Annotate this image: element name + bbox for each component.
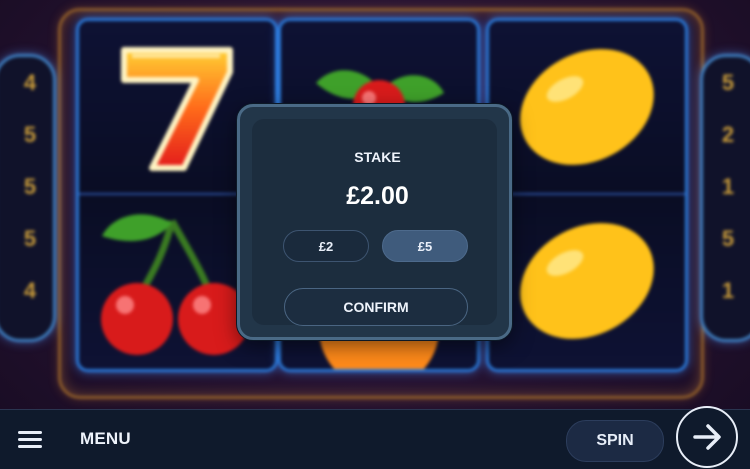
arrow-right-icon	[693, 424, 721, 450]
left-counter-3: 5	[23, 174, 37, 199]
right-counter-3: 1	[721, 174, 735, 199]
left-counter-2: 5	[23, 122, 37, 147]
stake-title: STAKE	[354, 149, 401, 165]
reel-3-top	[489, 21, 685, 193]
reel-3	[486, 18, 688, 372]
right-counter-1: 5	[721, 70, 735, 95]
play-button[interactable]	[676, 406, 738, 468]
spin-button[interactable]: SPIN	[566, 420, 664, 462]
left-payline-counter: 4 5 5 5 4	[0, 54, 56, 342]
stake-option-2[interactable]: £2	[283, 230, 369, 262]
stake-dialog: STAKE £2.00 £2 £5 CONFIRM	[237, 104, 512, 340]
left-counter-5: 4	[23, 278, 37, 303]
confirm-button[interactable]: CONFIRM	[284, 288, 468, 326]
right-counter-5: 1	[721, 278, 735, 303]
menu-button[interactable]: MENU	[80, 429, 131, 449]
right-payline-counter: 5 2 1 5 1	[700, 54, 750, 342]
hamburger-menu-icon[interactable]	[18, 431, 42, 449]
left-counter-1: 4	[23, 70, 37, 95]
stake-amount: £2.00	[346, 182, 409, 210]
right-counter-2: 2	[721, 122, 735, 147]
slot-game-screen: 4 5 5 5 4 5 2 1 5 1 STAKE £2.00 £2 £5 CO…	[0, 0, 750, 469]
bottom-bar: MENU SPIN	[0, 409, 750, 469]
left-counter-4: 5	[23, 226, 37, 251]
seven-symbol-icon	[121, 47, 233, 171]
lemon-symbol-icon	[520, 49, 654, 165]
reel-3-bottom	[489, 195, 685, 367]
right-counter-4: 5	[721, 226, 735, 251]
lemon-symbol-icon	[520, 223, 654, 339]
stake-option-5-selected[interactable]: £5	[382, 230, 468, 262]
